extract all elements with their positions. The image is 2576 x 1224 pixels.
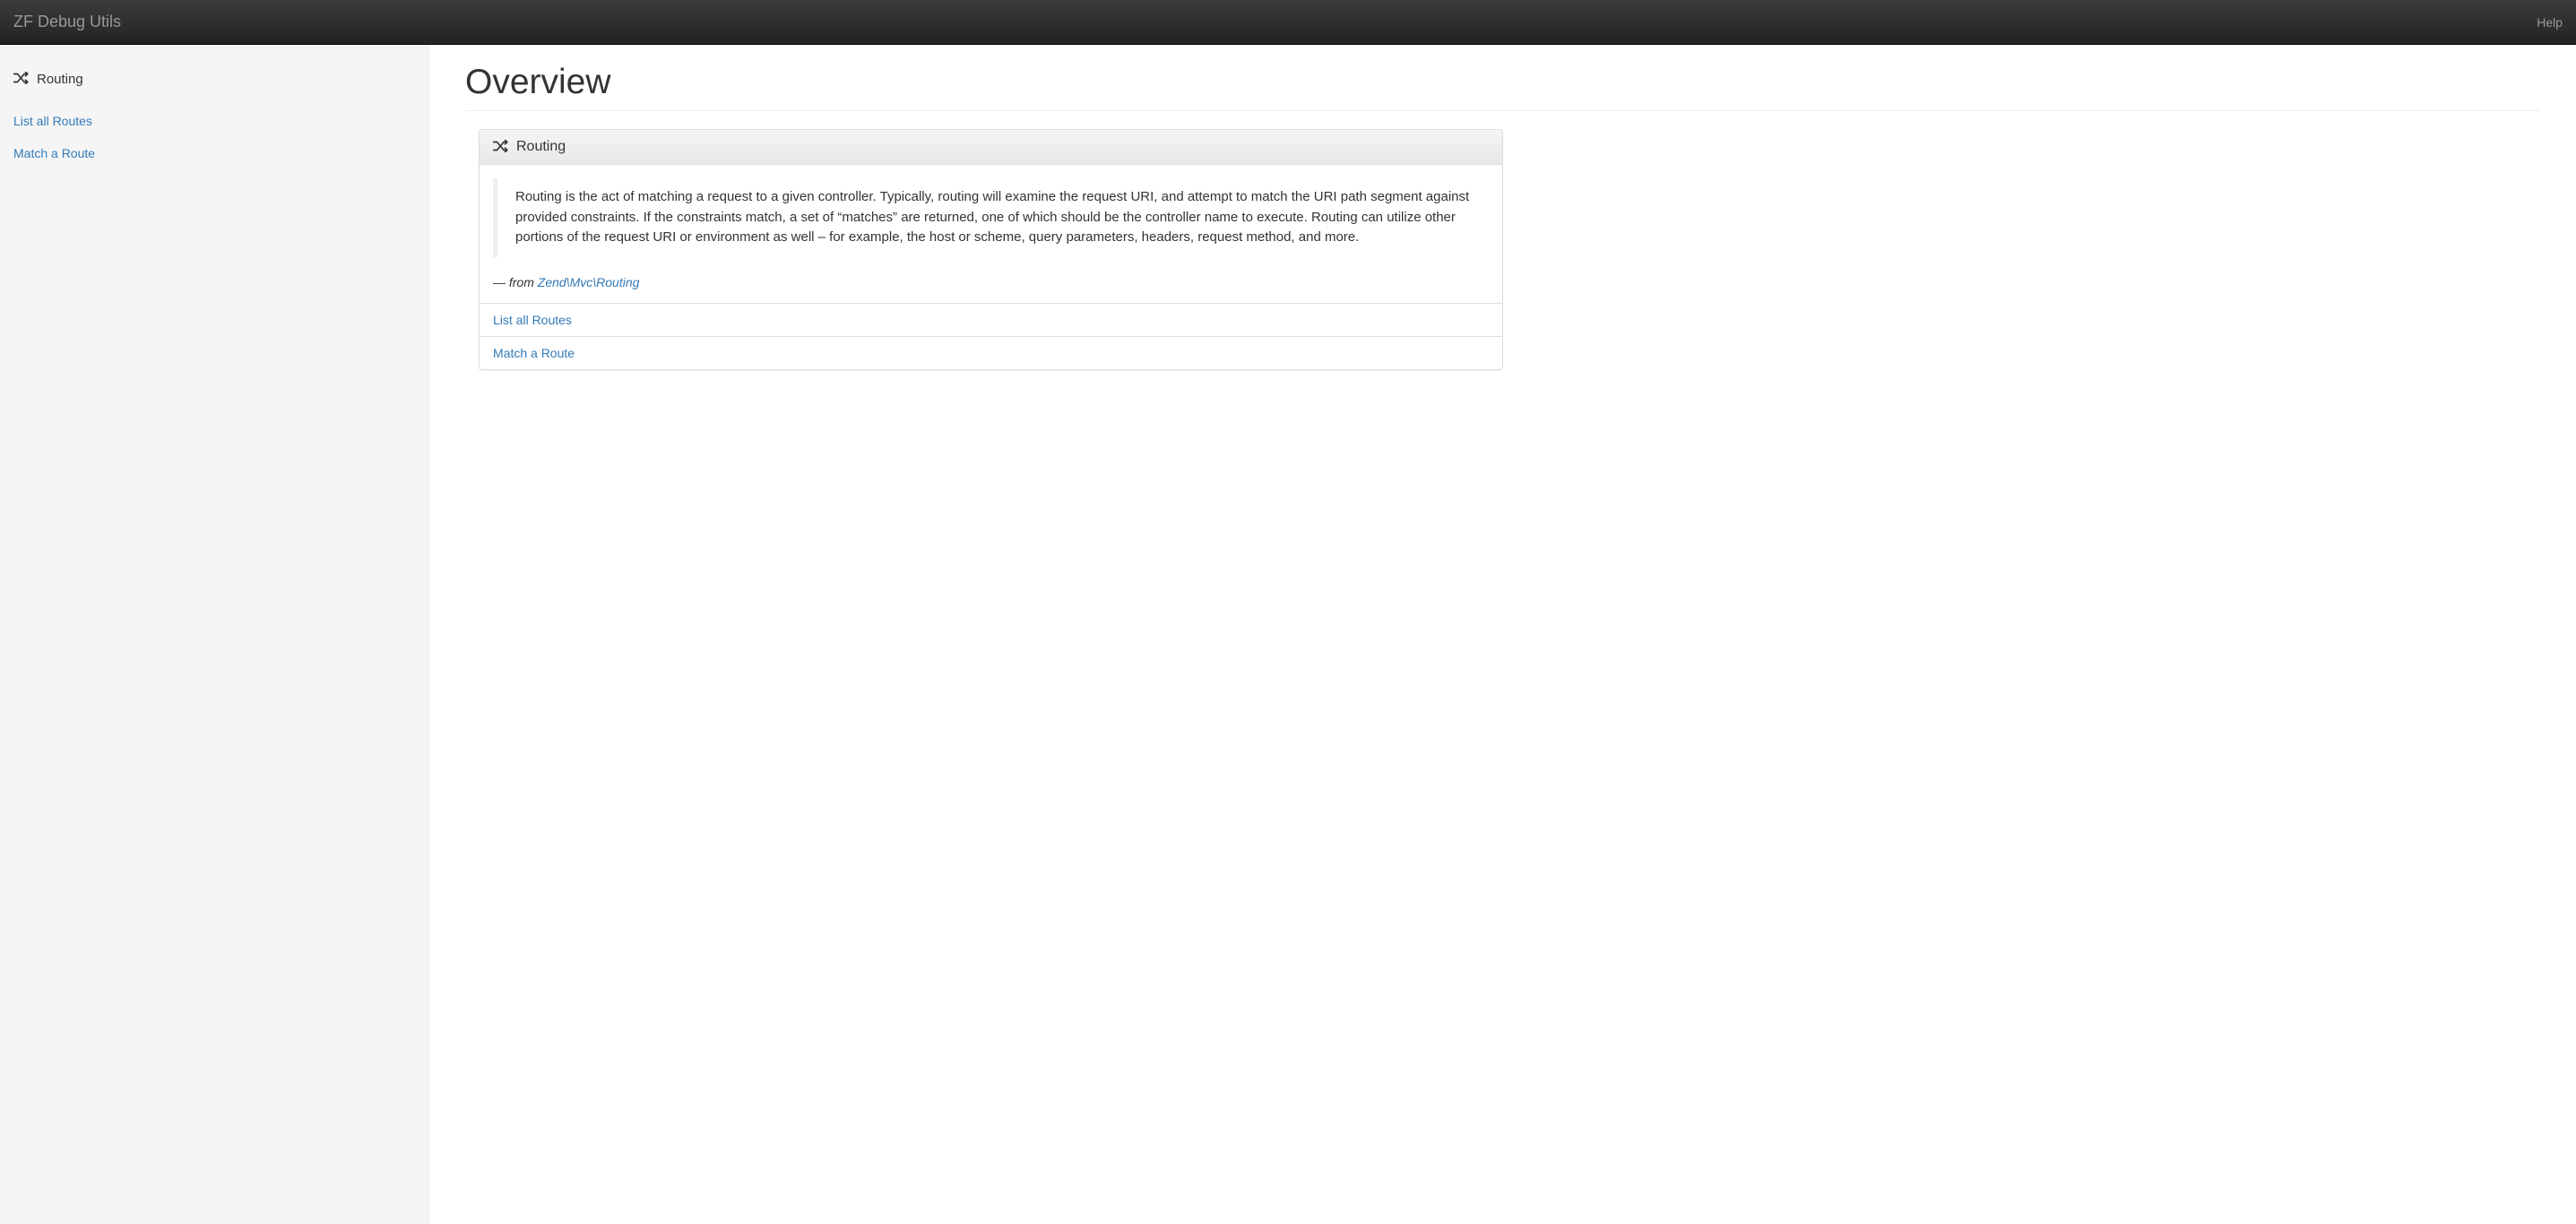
routing-quote-text: Routing is the act of matching a request…	[515, 187, 1471, 248]
brand-link[interactable]: ZF Debug Utils	[13, 13, 121, 31]
sidebar-link-list-routes[interactable]: List all Routes	[13, 105, 415, 137]
sidebar: Routing List all Routes Match a Route	[0, 45, 429, 1224]
sidebar-item-list-routes: List all Routes	[13, 105, 415, 137]
shuffle-icon	[13, 72, 30, 87]
navbar-right: Help	[2537, 15, 2563, 30]
routing-panel: Routing Routing is the act of matching a…	[479, 129, 1503, 370]
sidebar-list: List all Routes Match a Route	[13, 105, 415, 169]
help-link[interactable]: Help	[2537, 15, 2563, 30]
main-content: Overview Routing	[429, 45, 2576, 1224]
layout: Routing List all Routes Match a Route Ov…	[0, 45, 2576, 1224]
citation-prefix: — from	[493, 275, 538, 289]
sidebar-item-match-route: Match a Route	[13, 137, 415, 169]
sidebar-link-match-route[interactable]: Match a Route	[13, 137, 415, 169]
routing-quote: Routing is the act of matching a request…	[493, 178, 1489, 257]
shuffle-icon	[493, 140, 509, 155]
panel-heading: Routing	[480, 130, 1502, 165]
citation-link[interactable]: Zend\Mvc\Routing	[538, 275, 640, 289]
routing-citation: — from Zend\Mvc\Routing	[493, 275, 1489, 289]
panel-action-list-routes: List all Routes	[480, 303, 1502, 336]
sidebar-header: Routing	[13, 63, 415, 96]
panel-link-match-route[interactable]: Match a Route	[493, 346, 575, 360]
page-header: Overview	[465, 63, 2540, 111]
sidebar-header-label: Routing	[37, 72, 83, 87]
panel-action-list: List all Routes Match a Route	[480, 303, 1502, 369]
top-navbar: ZF Debug Utils Help	[0, 0, 2576, 45]
panel-column: Routing Routing is the act of matching a…	[465, 129, 1503, 370]
panel-link-list-routes[interactable]: List all Routes	[493, 313, 572, 327]
panel-title: Routing	[516, 139, 566, 155]
panel-body: Routing is the act of matching a request…	[480, 165, 1502, 303]
panel-action-match-route: Match a Route	[480, 336, 1502, 369]
page-title: Overview	[465, 63, 2540, 102]
